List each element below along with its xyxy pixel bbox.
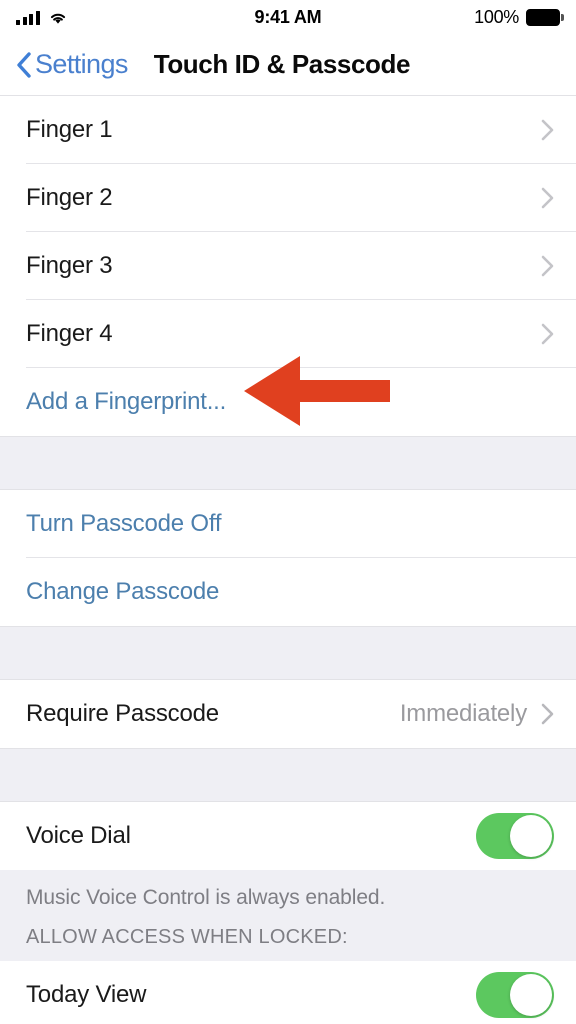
chevron-right-icon	[541, 187, 554, 209]
back-button-label: Settings	[35, 49, 128, 79]
allow-access-header: ALLOW ACCESS WHEN LOCKED:	[0, 920, 576, 961]
chevron-right-icon	[541, 323, 554, 345]
back-button[interactable]: Settings	[16, 49, 128, 80]
turn-passcode-off-label: Turn Passcode Off	[26, 510, 222, 537]
today-view-toggle[interactable]	[476, 972, 554, 1018]
sidebar-item-label: Finger 3	[26, 252, 113, 279]
today-view-row[interactable]: Today View	[0, 961, 576, 1024]
turn-passcode-off-button[interactable]: Turn Passcode Off	[0, 490, 576, 558]
passcode-group: Turn Passcode Off Change Passcode	[0, 490, 576, 626]
iphone-screen: 9:41 AM 100% Settings Touch ID & Passcod…	[0, 0, 576, 1024]
fingerprints-group: Finger 1 Finger 2 Finger 3 Finger 4 Add …	[0, 96, 576, 436]
voice-dial-row[interactable]: Voice Dial	[0, 802, 576, 870]
chevron-right-icon	[541, 703, 554, 725]
sidebar-item-label: Finger 1	[26, 116, 113, 143]
table-row[interactable]: Finger 1	[0, 96, 576, 164]
page-title: Touch ID & Passcode	[153, 49, 411, 79]
sidebar-item-label: Finger 2	[26, 184, 113, 211]
require-passcode-row[interactable]: Require Passcode Immediately	[0, 680, 576, 748]
sidebar-item-label: Finger 4	[26, 320, 113, 347]
section-gap	[0, 748, 576, 802]
chevron-left-icon	[16, 51, 32, 78]
require-passcode-group: Require Passcode Immediately	[0, 680, 576, 748]
navigation-bar: Settings Touch ID & Passcode	[0, 34, 576, 96]
toggle-knob	[510, 974, 552, 1016]
toggle-knob	[510, 815, 552, 857]
battery-full-icon	[526, 8, 564, 26]
section-gap	[0, 436, 576, 490]
battery-percent-label: 100%	[474, 6, 519, 27]
require-passcode-value: Immediately	[399, 700, 527, 727]
chevron-right-icon	[541, 119, 554, 141]
voice-dial-toggle[interactable]	[476, 813, 554, 859]
add-fingerprint-button[interactable]: Add a Fingerprint...	[0, 368, 576, 436]
add-fingerprint-label: Add a Fingerprint...	[26, 388, 227, 415]
status-bar-right: 100%	[474, 6, 564, 28]
require-passcode-label: Require Passcode	[26, 700, 219, 727]
table-row[interactable]: Finger 4	[0, 300, 576, 368]
voice-dial-group: Voice Dial	[0, 802, 576, 870]
section-gap	[0, 626, 576, 680]
voice-dial-label: Voice Dial	[26, 822, 131, 849]
today-view-label: Today View	[26, 981, 147, 1008]
table-row[interactable]: Finger 3	[0, 232, 576, 300]
table-row[interactable]: Finger 2	[0, 164, 576, 232]
change-passcode-button[interactable]: Change Passcode	[0, 558, 576, 626]
allow-access-group: Today View	[0, 961, 576, 1024]
change-passcode-label: Change Passcode	[26, 578, 220, 605]
voice-dial-footer: Music Voice Control is always enabled.	[0, 870, 576, 920]
settings-list[interactable]: Finger 1 Finger 2 Finger 3 Finger 4 Add …	[0, 96, 576, 1024]
chevron-right-icon	[541, 255, 554, 277]
status-bar: 9:41 AM 100%	[0, 0, 576, 34]
